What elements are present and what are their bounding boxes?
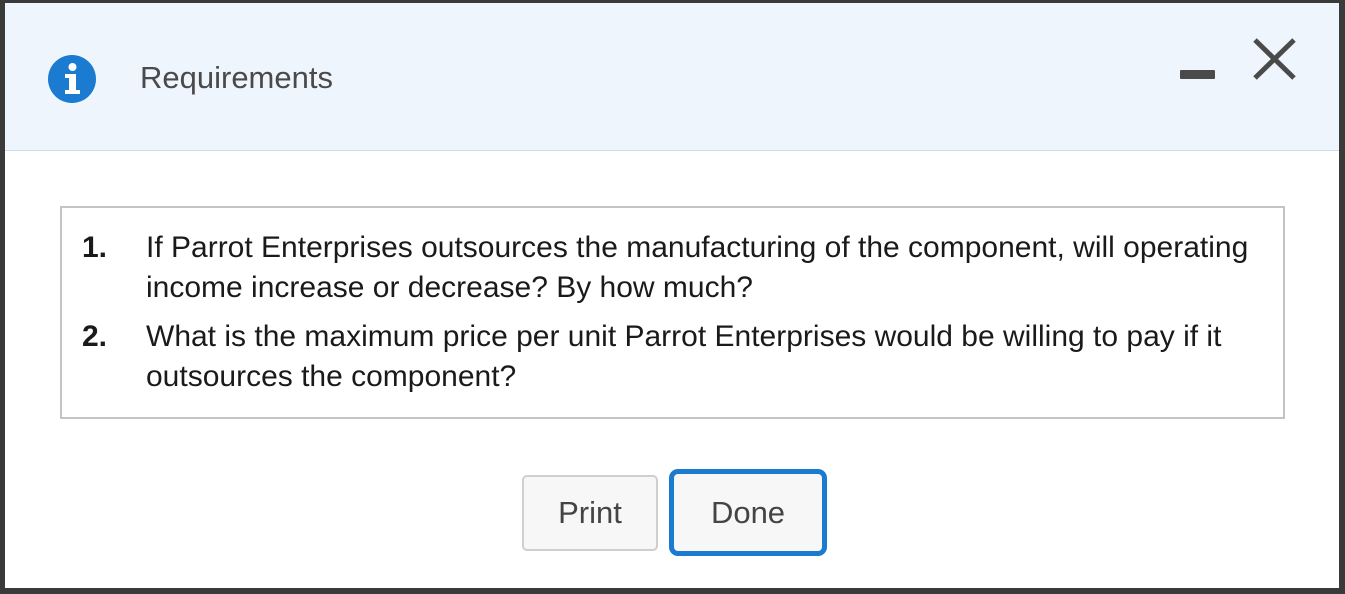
list-item: 1. If Parrot Enterprises outsources the … [82,228,1272,308]
list-item: 2. What is the maximum price per unit Pa… [82,317,1272,397]
close-icon [1253,38,1296,80]
print-button[interactable]: Print [522,475,658,551]
requirement-number: 2. [82,320,108,353]
requirement-text: If Parrot Enterprises outsources the man… [146,231,1249,304]
dialog-header: Requirements [5,3,1339,151]
dialog-title: Requirements [140,60,333,95]
requirements-dialog: Requirements 1. If Parrot Enterprises ou… [3,3,1339,588]
requirement-number: 1. [82,231,108,264]
minimize-icon [1180,70,1215,79]
done-button[interactable]: Done [669,469,827,556]
minimize-button[interactable] [1177,61,1217,85]
requirements-list: 1. If Parrot Enterprises outsources the … [82,228,1272,406]
close-button[interactable] [1248,35,1298,81]
requirements-box: 1. If Parrot Enterprises outsources the … [60,206,1285,419]
info-icon [47,54,97,104]
requirement-text: What is the maximum price per unit Parro… [146,320,1222,393]
